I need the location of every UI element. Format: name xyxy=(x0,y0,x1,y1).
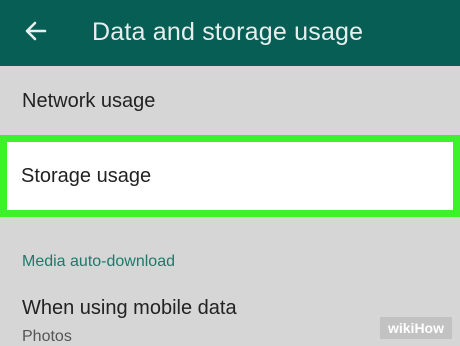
storage-usage-label: Storage usage xyxy=(21,165,152,187)
storage-usage-item[interactable]: Storage usage xyxy=(0,135,460,217)
page-title: Data and storage usage xyxy=(92,18,364,46)
wikihow-watermark: wikiHow xyxy=(379,317,452,339)
arrow-left-icon xyxy=(25,21,47,46)
back-button[interactable] xyxy=(22,19,50,47)
network-usage-item[interactable]: Network usage xyxy=(0,66,460,137)
mobile-data-value: Photos xyxy=(22,328,72,345)
network-usage-label: Network usage xyxy=(22,90,156,112)
app-bar: Data and storage usage xyxy=(0,0,460,66)
media-auto-download-header: Media auto-download xyxy=(22,253,175,270)
mobile-data-label: When using mobile data xyxy=(22,297,237,319)
